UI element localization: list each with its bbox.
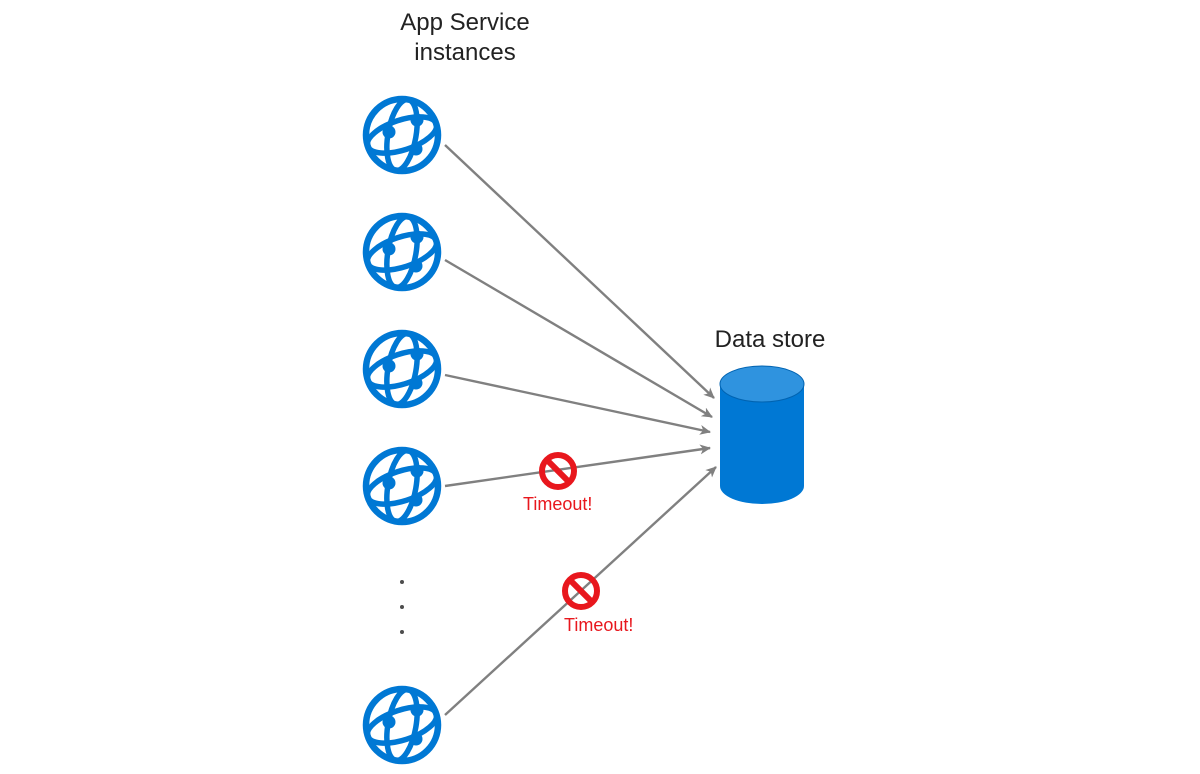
data-store-title: Data store: [700, 325, 840, 355]
app-service-title-line1: App Service: [400, 9, 529, 36]
ellipsis-dot-2: [400, 605, 404, 609]
arrow-instance-3: [445, 375, 710, 432]
app-service-title: App Service instances: [340, 8, 590, 68]
app-service-instance-1-icon: [363, 97, 441, 173]
ellipsis-dot-3: [400, 630, 404, 634]
timeout-label-1: Timeout!: [523, 494, 592, 515]
app-service-instance-3-icon: [363, 331, 441, 407]
timeout-icon-2: [565, 575, 597, 607]
ellipsis-dot-1: [400, 580, 404, 584]
app-service-instance-4-icon: [363, 448, 441, 524]
arrow-instance-2: [445, 260, 712, 417]
app-service-title-line2: instances: [414, 39, 515, 66]
arrow-instance-1: [445, 145, 714, 398]
data-store-icon: [720, 366, 804, 504]
app-service-instance-2-icon: [363, 214, 441, 290]
diagram-svg: [0, 0, 1200, 774]
arrow-instance-4: [445, 448, 710, 486]
timeout-label-2: Timeout!: [564, 615, 633, 636]
app-service-instance-5-icon: [363, 687, 441, 763]
